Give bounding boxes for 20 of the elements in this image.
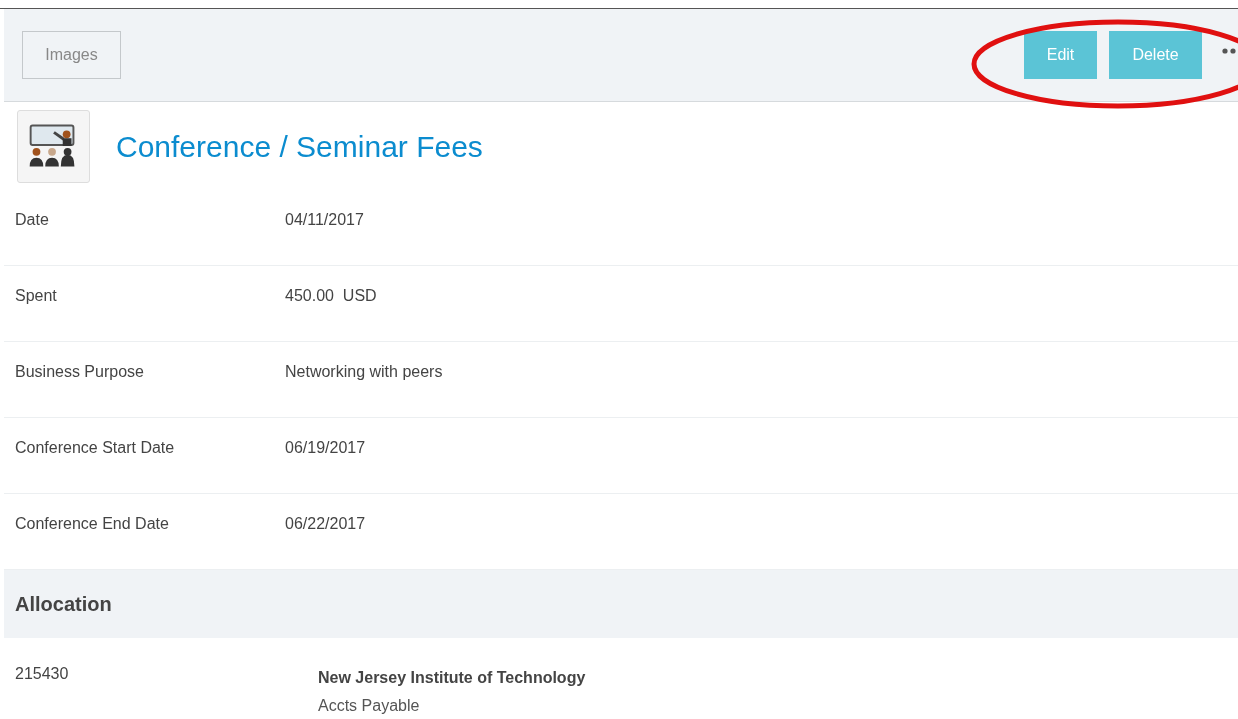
organization-name: New Jersey Institute of Technology xyxy=(318,668,586,688)
field-label: Business Purpose xyxy=(14,362,145,382)
field-label: Spent xyxy=(14,286,58,306)
field-value: Networking with peers xyxy=(285,362,443,382)
field-value: 06/22/2017 xyxy=(285,514,366,534)
field-label: Conference Start Date xyxy=(14,438,176,458)
delete-button[interactable]: Delete xyxy=(1109,31,1202,79)
account-name: Accts Payable xyxy=(318,696,421,716)
presentation-icon xyxy=(17,109,90,183)
field-value: 06/19/2017 xyxy=(285,438,366,458)
edit-button[interactable]: Edit xyxy=(1024,31,1097,79)
images-button[interactable]: Images xyxy=(22,31,121,79)
field-label: Date xyxy=(14,210,50,230)
field-label: Conference End Date xyxy=(14,514,170,534)
more-icon[interactable] xyxy=(1222,48,1238,54)
page-title: Conference / Seminar Fees xyxy=(116,128,483,165)
field-value: 450.00 USD xyxy=(285,286,377,306)
section-heading: Allocation xyxy=(15,592,112,617)
field-value: 04/11/2017 xyxy=(285,210,364,230)
allocation-code: 215430 xyxy=(15,664,70,684)
